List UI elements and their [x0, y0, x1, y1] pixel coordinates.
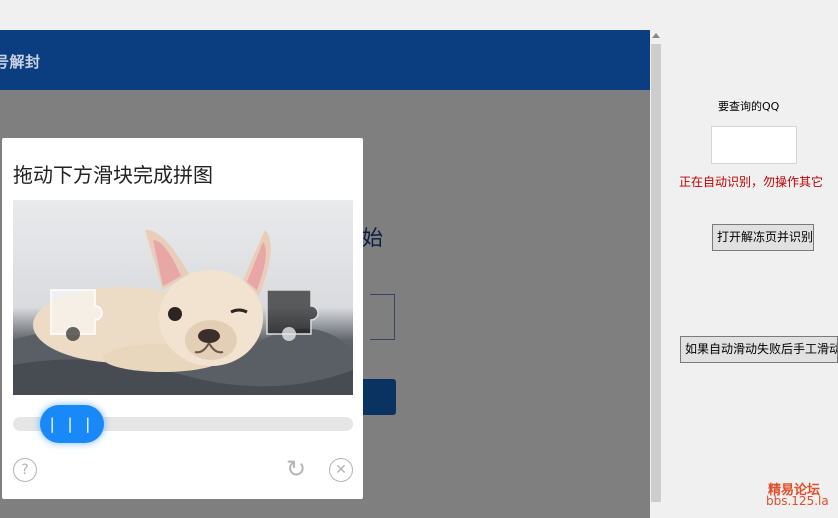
status-text: 正在自动识别，勿操作其它 [679, 175, 824, 189]
open-unfreeze-page-button[interactable]: 打开解冻页并识别 [712, 224, 814, 251]
scrollbar-thumb[interactable] [651, 44, 661, 502]
watermark-url: bbs.125.la [766, 494, 829, 508]
puppy-photo [13, 229, 353, 395]
refresh-icon[interactable]: ↻ [285, 457, 307, 481]
scroll-up-icon[interactable] [652, 33, 660, 38]
manual-slide-button[interactable]: 如果自动滑动失败后手工滑动 [680, 336, 838, 363]
embedded-webpage: 号解封 始 拖动下方滑块完成拼图 [0, 30, 650, 518]
captcha-puzzle-image [13, 200, 353, 395]
captcha-dialog: 拖动下方滑块完成拼图 | | | ? ↻ ✕ [2, 138, 363, 499]
qq-input[interactable] [711, 126, 797, 164]
qq-label: 要查询的QQ [718, 100, 780, 113]
captcha-title: 拖动下方滑块完成拼图 [13, 163, 213, 187]
vertical-scrollbar[interactable] [650, 30, 662, 502]
webpage-header: 号解封 [0, 30, 650, 90]
close-circle-icon[interactable]: ✕ [329, 458, 353, 482]
webpage-title: 号解封 [0, 53, 41, 71]
slider-handle[interactable]: | | | [40, 405, 104, 443]
question-circle-icon[interactable]: ? [13, 458, 37, 482]
